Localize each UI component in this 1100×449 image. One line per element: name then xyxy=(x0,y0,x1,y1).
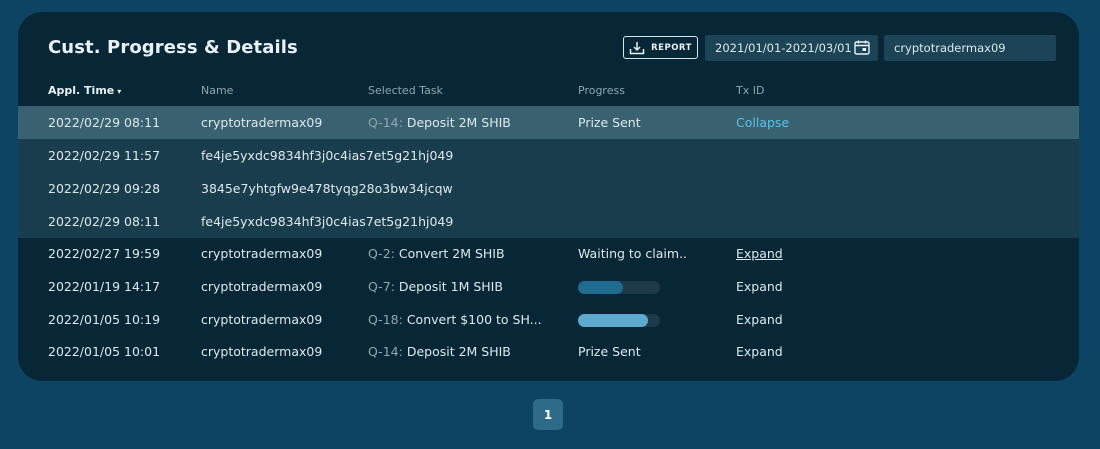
table-row[interactable]: 2022/01/19 14:17 cryptotradermax09 Q-7: … xyxy=(18,270,1079,303)
progress-bar-fill xyxy=(578,281,624,294)
cell-name: cryptotradermax09 xyxy=(201,246,323,261)
task-id: Q-14: xyxy=(368,115,403,130)
cell-progress-status: Waiting to claim.. xyxy=(578,246,688,261)
cell-selected-task: Q-14: Deposit 2M SHIB xyxy=(368,106,511,139)
expand-link[interactable]: Expand xyxy=(736,303,783,336)
cell-appl-time: 2022/01/19 14:17 xyxy=(48,279,161,294)
column-header-tx-id: Tx ID xyxy=(736,84,765,97)
cell-name: cryptotradermax09 xyxy=(201,344,323,359)
expand-link[interactable]: Expand xyxy=(736,335,783,368)
task-label: Deposit 1M SHIB xyxy=(398,279,503,294)
task-id: Q-18: xyxy=(368,312,403,327)
column-header-appl-time[interactable]: Appl. Time ▾ xyxy=(48,84,121,97)
date-range-value: 2021/01/01-2021/03/01 xyxy=(715,41,852,55)
cell-selected-task: Q-18: Convert $100 to SH... xyxy=(368,303,542,336)
cell-appl-time: 2022/02/29 08:11 xyxy=(48,115,161,130)
cell-tx-hash[interactable]: fe4je5yxdc9834hf3j0c4ias7et5g21hj049 xyxy=(201,139,453,172)
cell-tx-time: 2022/02/29 11:57 xyxy=(48,148,161,163)
cell-selected-task: Q-7: Deposit 1M SHIB xyxy=(368,270,503,303)
cell-tx-hash[interactable]: fe4je5yxdc9834hf3j0c4ias7et5g21hj049 xyxy=(201,205,453,238)
table-row[interactable]: 2022/02/27 19:59 cryptotradermax09 Q-2: … xyxy=(18,237,1079,270)
task-id: Q-14: xyxy=(368,344,403,359)
progress-bar xyxy=(578,281,660,294)
progress-bar-fill xyxy=(578,314,648,327)
cell-selected-task: Q-2: Convert 2M SHIB xyxy=(368,237,505,270)
report-button-label: REPORT xyxy=(651,42,692,53)
progress-panel: Cust. Progress & Details REPORT 2021/01/… xyxy=(18,12,1079,381)
expand-link[interactable]: Expand xyxy=(736,270,783,303)
cell-appl-time: 2022/01/05 10:01 xyxy=(48,344,161,359)
cell-progress-status: Prize Sent xyxy=(578,344,641,359)
cell-tx-hash[interactable]: 3845e7yhtgfw9e478tyqg28o3bw34jcqw xyxy=(201,172,453,205)
cell-name: cryptotradermax09 xyxy=(201,279,323,294)
sort-desc-icon: ▾ xyxy=(117,87,122,96)
page-background: Cust. Progress & Details REPORT 2021/01/… xyxy=(0,0,1100,449)
table-row[interactable]: 2022/01/05 10:19 cryptotradermax09 Q-18:… xyxy=(18,303,1079,336)
page-title: Cust. Progress & Details xyxy=(48,37,298,58)
column-header-progress: Progress xyxy=(578,84,625,97)
tx-detail-row: 2022/02/29 11:57 fe4je5yxdc9834hf3j0c4ia… xyxy=(18,139,1079,172)
cell-tx-time: 2022/02/29 09:28 xyxy=(48,181,161,196)
column-header-appl-time-label: Appl. Time xyxy=(48,84,115,97)
collapse-link[interactable]: Collapse xyxy=(736,106,789,139)
report-download-button[interactable]: REPORT xyxy=(623,36,698,59)
cell-appl-time: 2022/01/05 10:19 xyxy=(48,312,161,327)
cell-appl-time: 2022/02/27 19:59 xyxy=(48,246,161,261)
download-icon xyxy=(629,41,645,54)
task-id: Q-7: xyxy=(368,279,395,294)
progress-bar xyxy=(578,314,660,327)
task-label: Convert $100 to SH... xyxy=(406,312,542,327)
cell-name: cryptotradermax09 xyxy=(201,115,323,130)
task-label: Deposit 2M SHIB xyxy=(406,344,511,359)
column-header-name: Name xyxy=(201,84,234,97)
tx-detail-row: 2022/02/29 08:11 fe4je5yxdc9834hf3j0c4ia… xyxy=(18,205,1079,238)
table-row[interactable]: 2022/01/05 10:01 cryptotradermax09 Q-14:… xyxy=(18,335,1079,368)
cell-selected-task: Q-14: Deposit 2M SHIB xyxy=(368,335,511,368)
calendar-icon xyxy=(854,40,870,55)
expand-link[interactable]: Expand xyxy=(736,237,783,270)
cell-name: cryptotradermax09 xyxy=(201,312,323,327)
cell-progress-status: Prize Sent xyxy=(578,115,641,130)
table-row-selected[interactable]: 2022/02/29 08:11 cryptotradermax09 Q-14:… xyxy=(18,106,1079,139)
cell-tx-time: 2022/02/29 08:11 xyxy=(48,214,161,229)
search-input[interactable] xyxy=(884,35,1056,61)
date-range-picker[interactable]: 2021/01/01-2021/03/01 xyxy=(705,35,878,61)
task-label: Deposit 2M SHIB xyxy=(406,115,511,130)
column-header-selected-task: Selected Task xyxy=(368,84,443,97)
tx-detail-row: 2022/02/29 09:28 3845e7yhtgfw9e478tyqg28… xyxy=(18,172,1079,205)
pagination-page-button[interactable]: 1 xyxy=(533,399,563,430)
task-id: Q-2: xyxy=(368,246,395,261)
task-label: Convert 2M SHIB xyxy=(398,246,505,261)
